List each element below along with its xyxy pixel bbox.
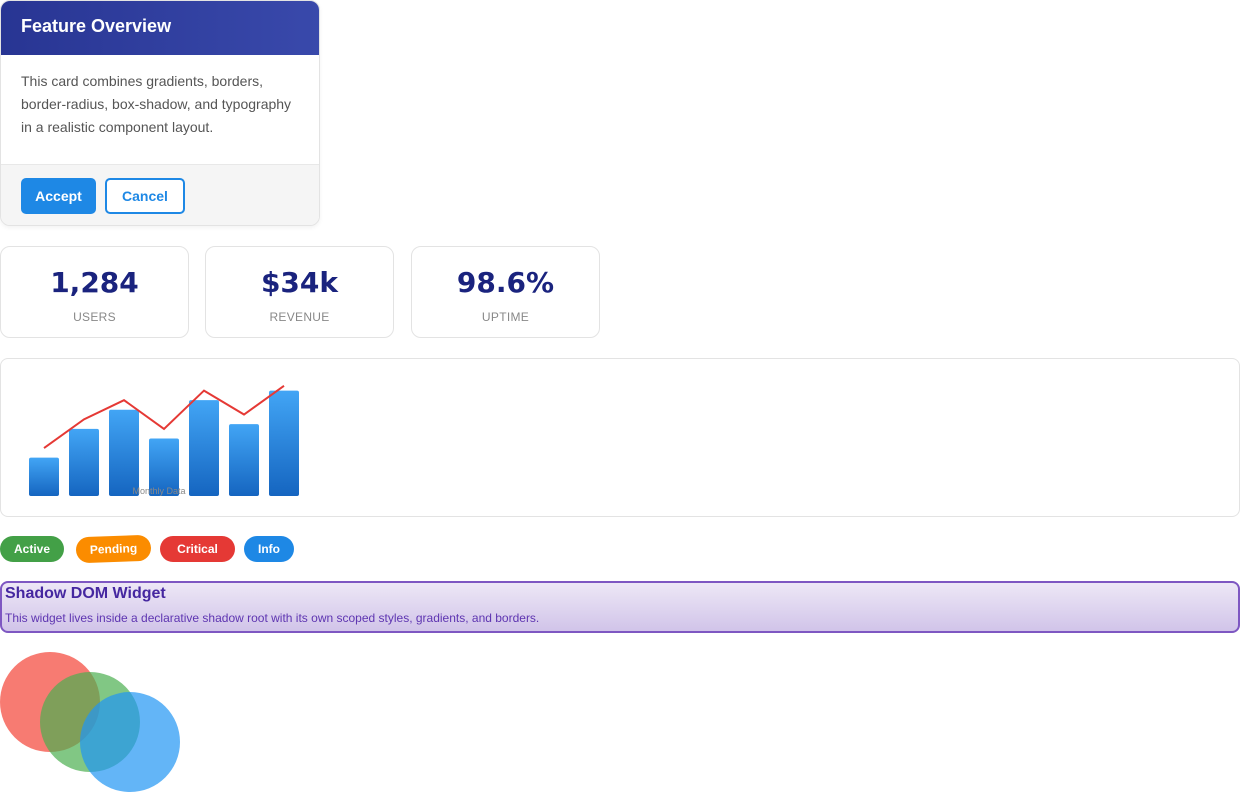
stat-label: USERS	[73, 310, 116, 324]
stat-card-uptime: 98.6% UPTIME	[411, 246, 600, 338]
stat-value: 1,284	[50, 266, 139, 299]
monthly-chart: Monthly Data	[29, 384, 299, 496]
widget-title: Shadow DOM Widget	[5, 585, 166, 602]
shadow-dom-widget: Shadow DOM Widget This widget lives insi…	[0, 581, 1240, 633]
stat-value: 98.6%	[456, 266, 555, 299]
stat-card-revenue: $34k REVENUE	[205, 246, 394, 338]
feature-card: Feature Overview This card combines grad…	[0, 0, 320, 226]
badge-info: Info	[244, 536, 294, 562]
accept-button[interactable]: Accept	[21, 178, 96, 214]
card-title: Feature Overview	[1, 1, 319, 55]
chart-caption: Monthly Data	[132, 486, 185, 496]
badge-active: Active	[0, 536, 64, 562]
chart-bar	[229, 424, 259, 496]
card-footer: Accept Cancel	[1, 165, 319, 225]
stat-value: $34k	[260, 266, 339, 299]
chart-panel: Monthly Data	[0, 358, 1240, 517]
blue-circle	[80, 692, 180, 792]
overlapping-circles	[0, 652, 180, 792]
chart-bar	[29, 457, 59, 496]
card-description: This card combines gradients, borders, b…	[1, 55, 319, 165]
cancel-button[interactable]: Cancel	[105, 178, 185, 214]
chart-bar	[189, 400, 219, 496]
stat-card-users: 1,284 USERS	[0, 246, 189, 338]
chart-bar	[109, 409, 139, 496]
stat-label: UPTIME	[481, 310, 530, 324]
badge-critical: Critical	[160, 536, 235, 562]
widget-text: This widget lives inside a declarative s…	[5, 611, 540, 625]
chart-bar	[269, 390, 299, 496]
stat-label: REVENUE	[269, 310, 330, 324]
chart-bar	[69, 428, 99, 496]
badge-pending: Pending	[75, 534, 152, 564]
